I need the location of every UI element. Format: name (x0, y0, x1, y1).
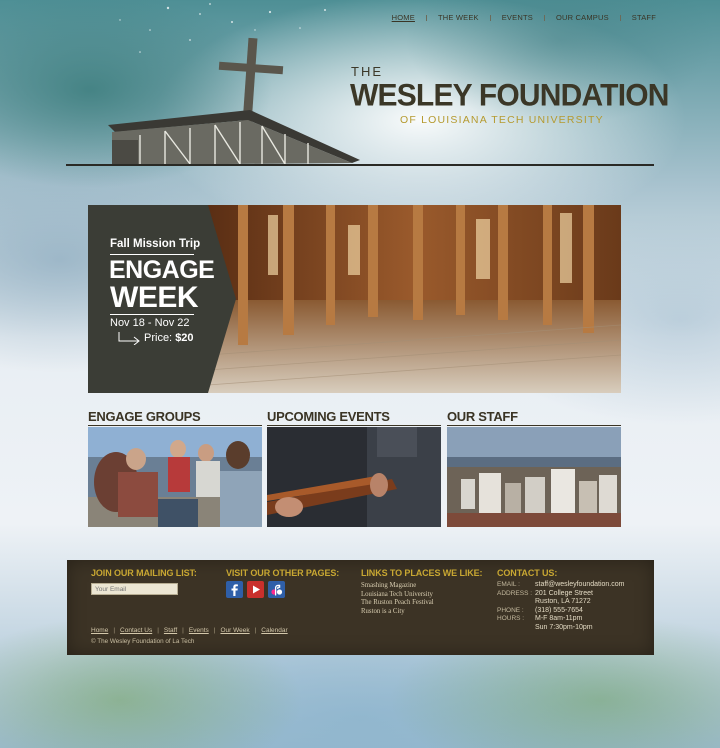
price-value: $20 (175, 332, 194, 344)
address-label: ADDRESS : (497, 589, 533, 597)
contact-hours-line1: M-F 8am-11pm (535, 615, 583, 622)
banner-dates: Nov 18 - Nov 22 (110, 317, 190, 329)
our-staff-photo[interactable] (447, 427, 621, 527)
link-item[interactable]: Louisiana Tech University (361, 591, 434, 600)
section-rule (447, 425, 621, 426)
footer-nav-contact-us[interactable]: Contact Us (120, 627, 152, 634)
footer-nav: Home | Contact Us | Staff | Events | Our Wee… (91, 627, 288, 634)
engage-groups-photo[interactable] (88, 427, 262, 527)
site-header: THE WESLEY FOUNDATION of Louisiana Tech … (0, 0, 720, 170)
link-item[interactable]: Ruston is a City (361, 608, 434, 617)
contact-heading: CONTACT US: (497, 568, 558, 578)
price-label: Price: (144, 332, 173, 344)
link-item[interactable]: Smashing Magazine (361, 582, 434, 591)
banner-kicker: Fall Mission Trip (110, 238, 201, 250)
section-rule (88, 425, 262, 426)
logo-the: THE (351, 64, 383, 79)
footer-nav-our-week[interactable]: Our Week (220, 627, 249, 634)
facebook-icon[interactable] (226, 581, 243, 598)
arrow-right-icon (118, 332, 140, 345)
contact-email[interactable]: staff@wesleyfoundation.com (535, 581, 624, 590)
section-title[interactable]: ENGAGE GROUPS (88, 409, 262, 424)
footer-nav-calendar[interactable]: Calendar (261, 627, 287, 634)
social-heading: VISIT OUR OTHER PAGES: (226, 568, 340, 578)
footer-nav-events[interactable]: Events (189, 627, 209, 634)
phone-label: PHONE : (497, 606, 524, 614)
contact-info: EMAIL : staff@wesleyfoundation.com ADDRES… (497, 581, 624, 632)
mailing-list-heading: JOIN OUR MAILING LIST: (91, 568, 197, 578)
section-upcoming-events: UPCOMING EVENTS (267, 409, 441, 527)
logo-title[interactable]: WESLEY FOUNDATION (350, 78, 669, 114)
flickr-icon[interactable] (268, 581, 285, 598)
feature-banner[interactable]: Fall Mission Trip ENGAGE WEEK Nov 18 - N… (88, 205, 621, 393)
youtube-icon[interactable] (247, 581, 264, 598)
links-heading: LINKS TO PLACES WE LIKE: (361, 568, 483, 578)
section-title[interactable]: OUR STAFF (447, 409, 621, 424)
banner-title-line2: WEEK (110, 281, 199, 314)
social-icons (226, 581, 285, 598)
copyright: © The Wesley Foundation of La Tech (91, 638, 195, 645)
site-footer: JOIN OUR MAILING LIST: VISIT OUR OTHER P… (67, 560, 654, 655)
upcoming-events-photo[interactable] (267, 427, 441, 527)
contact-address-line1: 201 College Street (535, 589, 593, 597)
contact-hours-line2: Sun 7:30pm-10pm (535, 623, 593, 631)
section-engage-groups: ENGAGE GROUPS (88, 409, 262, 527)
mailing-email-input[interactable] (91, 583, 178, 595)
banner-rule-bottom (110, 314, 194, 315)
section-our-staff: OUR STAFF (447, 409, 621, 527)
footer-nav-staff[interactable]: Staff (164, 627, 177, 634)
header-divider (66, 164, 654, 166)
banner-photo-wooden-framing (208, 205, 621, 393)
footer-nav-home[interactable]: Home (91, 627, 108, 634)
banner-rule-top (110, 254, 194, 255)
favorite-links-list: Smashing Magazine Louisiana Tech Univers… (361, 582, 434, 616)
link-item[interactable]: The Ruston Peach Festival (361, 599, 434, 608)
banner-price: Price: $20 (144, 332, 194, 344)
logo-subtitle: of Louisiana Tech University (400, 114, 604, 126)
section-title[interactable]: UPCOMING EVENTS (267, 409, 441, 424)
contact-phone: (318) 555-7654 (535, 606, 583, 614)
hours-label: HOURS : (497, 615, 525, 622)
section-rule (267, 425, 441, 426)
email-label: EMAIL : (497, 581, 520, 588)
contact-address-line2: Ruston, LA 71272 (535, 598, 591, 605)
